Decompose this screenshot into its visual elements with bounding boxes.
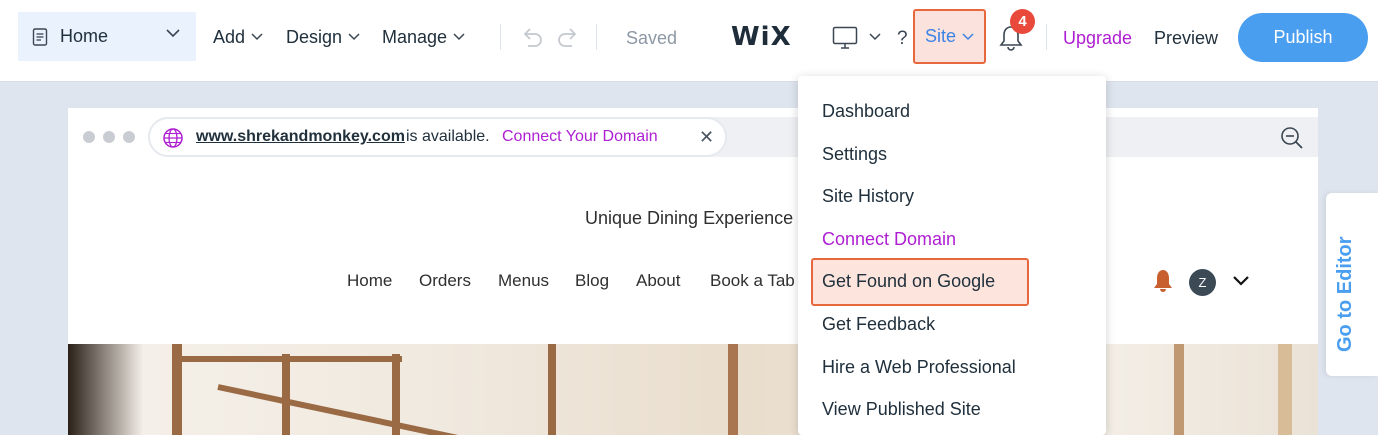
chevron-down-icon[interactable] <box>869 33 881 41</box>
globe-icon <box>163 128 183 148</box>
domain-notice: www.shrekandmonkey.com is available. Con… <box>148 117 727 157</box>
menu-item-dashboard[interactable]: Dashboard <box>822 101 910 122</box>
chevron-down-icon <box>453 33 465 41</box>
window-frame-bar <box>217 384 473 435</box>
design-menu[interactable]: Design <box>286 25 360 49</box>
hero-image <box>68 344 1318 435</box>
add-menu[interactable]: Add <box>213 25 263 49</box>
close-icon[interactable]: ✕ <box>699 127 714 148</box>
desktop-icon[interactable] <box>832 26 858 50</box>
divider <box>1046 24 1047 50</box>
avatar[interactable]: Z <box>1189 269 1216 296</box>
site-nav-blog[interactable]: Blog <box>575 271 609 291</box>
window-frame-bar <box>728 344 738 435</box>
design-menu-label: Design <box>286 26 343 47</box>
site-tagline: Unique Dining Experience <box>585 208 794 228</box>
undo-icon[interactable] <box>518 24 544 50</box>
menu-item-get-feedback[interactable]: Get Feedback <box>822 314 935 335</box>
manage-menu-label: Manage <box>382 26 448 47</box>
domain-available-text: is available. <box>406 128 490 145</box>
page-selector[interactable]: Home <box>18 12 196 61</box>
redo-icon[interactable] <box>556 24 582 50</box>
publish-button[interactable]: Publish <box>1238 13 1368 62</box>
menu-item-hire-web-professional[interactable]: Hire a Web Professional <box>822 357 1016 378</box>
menu-item-settings[interactable]: Settings <box>822 144 887 165</box>
window-frame-bar <box>282 354 290 435</box>
window-dot <box>103 131 115 143</box>
wix-logo: WiX <box>731 22 792 52</box>
chevron-down-icon[interactable] <box>1233 276 1249 286</box>
site-nav-book[interactable]: Book a Tab <box>710 271 795 291</box>
site-nav-about[interactable]: About <box>636 271 680 291</box>
window-frame-bar <box>548 344 556 435</box>
connect-domain-link[interactable]: Connect Your Domain <box>502 128 658 146</box>
notification-badge: 4 <box>1010 9 1035 34</box>
divider <box>596 24 597 50</box>
browser-bar: www.shrekandmonkey.com is available. Con… <box>68 108 1318 166</box>
window-dot <box>123 131 135 143</box>
divider <box>500 24 501 50</box>
site-nav-orders[interactable]: Orders <box>419 271 471 291</box>
menu-item-site-history[interactable]: Site History <box>822 186 914 207</box>
page-icon <box>32 27 48 46</box>
chevron-down-icon <box>348 33 360 41</box>
site-menu-label: Site <box>924 26 957 46</box>
help-button[interactable]: ? <box>897 28 908 50</box>
chevron-down-icon <box>962 32 974 40</box>
domain-url-link[interactable]: www.shrekandmonkey.com <box>196 128 405 146</box>
menu-item-connect-domain[interactable]: Connect Domain <box>822 229 956 250</box>
add-menu-label: Add <box>213 26 246 47</box>
menu-item-get-found-on-google[interactable]: Get Found on Google <box>822 271 995 292</box>
editor-top-bar: Home Add Design Manage Saved WiX ? Site <box>0 0 1378 82</box>
zoom-out-icon[interactable] <box>1280 126 1304 150</box>
upgrade-link[interactable]: Upgrade <box>1063 28 1132 49</box>
chevron-down-icon <box>166 29 180 38</box>
save-status: Saved <box>626 28 678 48</box>
window-frame-bar <box>1174 344 1184 435</box>
window-dot <box>83 131 95 143</box>
menu-item-view-published-site[interactable]: View Published Site <box>822 399 981 420</box>
site-dropdown-menu: Dashboard Settings Site History Connect … <box>798 76 1106 435</box>
manage-menu[interactable]: Manage <box>382 25 465 49</box>
site-menu-button[interactable]: Site <box>913 9 986 64</box>
bell-icon[interactable] <box>1152 268 1174 294</box>
page-selector-label: Home <box>60 26 109 46</box>
site-canvas: www.shrekandmonkey.com is available. Con… <box>68 108 1318 435</box>
chevron-down-icon <box>251 33 263 41</box>
site-nav-menus[interactable]: Menus <box>498 271 549 291</box>
go-to-editor-label[interactable]: Go to Editor <box>1334 236 1357 352</box>
window-frame-bar <box>1278 344 1292 435</box>
preview-button[interactable]: Preview <box>1154 28 1218 49</box>
site-nav-home[interactable]: Home <box>347 271 392 291</box>
